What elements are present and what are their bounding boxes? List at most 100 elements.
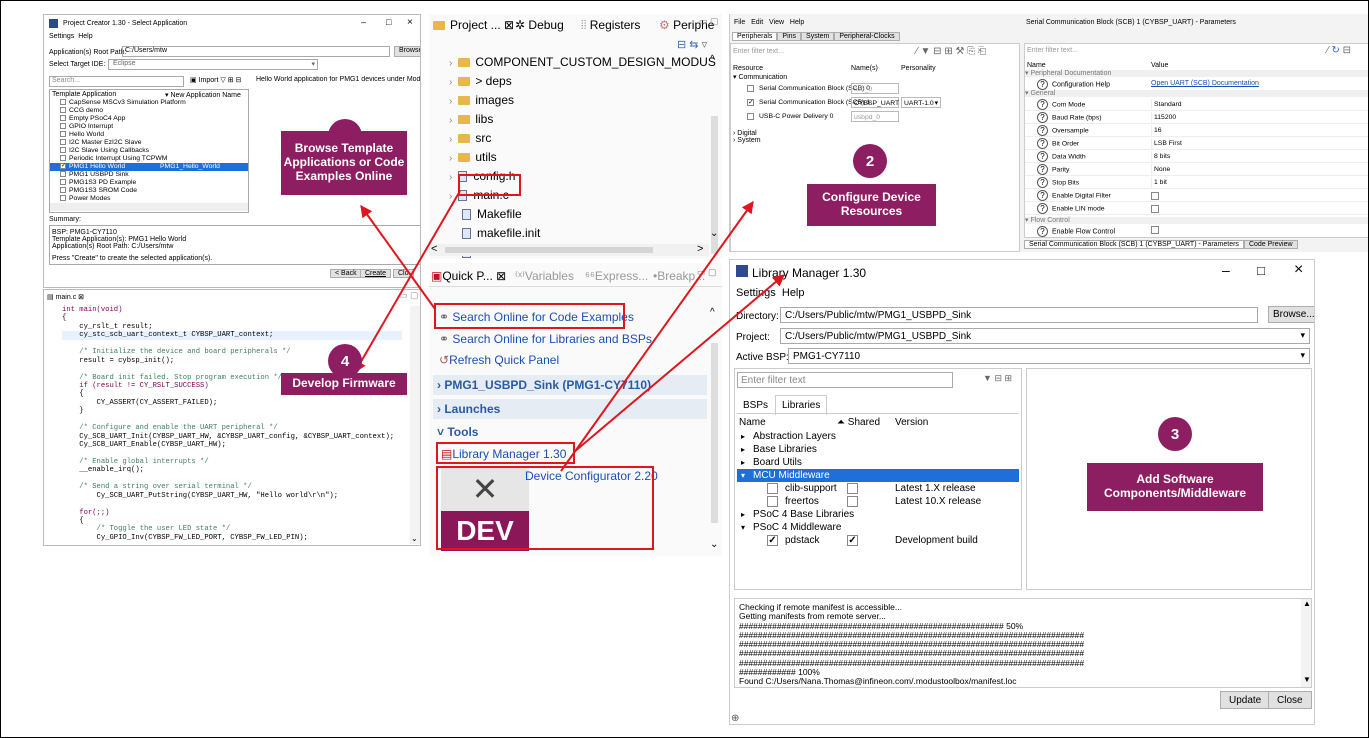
folder-item[interactable]: › src <box>449 130 491 147</box>
template-row[interactable]: I2C Slave Using Callbacks <box>50 147 248 155</box>
template-checkbox[interactable] <box>60 99 66 106</box>
copy-icon[interactable]: ⎘ <box>967 46 975 57</box>
close-icon[interactable]: × <box>407 17 413 28</box>
filter-icon[interactable]: ▼ <box>920 46 930 57</box>
tab-peripheral-clocks[interactable]: Peripheral-Clocks <box>834 32 900 41</box>
template-row[interactable]: Empty PSoC4 App <box>50 115 248 123</box>
library-row[interactable]: ▸ Abstraction Layers <box>737 430 1019 443</box>
paste-icon[interactable]: ⎗ <box>978 46 986 57</box>
template-row[interactable]: PMG1S3 SROM Code <box>50 187 248 195</box>
browse-button[interactable]: Browse... <box>1268 306 1314 323</box>
tab-quick-panel[interactable]: ▣Quick P... ⊠ <box>431 269 506 283</box>
library-row[interactable]: ▸ Board Utils <box>737 456 1019 469</box>
library-row[interactable]: ▸ Base Libraries <box>737 443 1019 456</box>
folder-item[interactable]: › libs <box>449 111 493 128</box>
parameter-value[interactable]: 8 bits <box>1151 151 1367 163</box>
parameter-value[interactable]: Standard <box>1151 99 1367 111</box>
library-checkbox[interactable]: ✓ <box>767 535 778 546</box>
view-menu-icon[interactable]: ▭ ▢ <box>699 16 719 27</box>
resource-name[interactable]: usbpd_0 <box>851 111 899 122</box>
editor-tab[interactable]: ▤ main.c ⊠ <box>47 293 84 301</box>
template-checkbox[interactable] <box>60 187 66 194</box>
group-system[interactable]: › System <box>733 137 761 144</box>
tab-libraries[interactable]: Libraries <box>775 395 828 415</box>
create-button[interactable]: Create <box>360 269 392 278</box>
section-general[interactable]: ▾ General <box>1025 90 1368 97</box>
clear-icon[interactable]: ⁄ <box>916 46 918 57</box>
menu-help[interactable]: Help <box>782 287 805 299</box>
template-row[interactable]: GPIO Interrupt <box>50 123 248 131</box>
directory-input[interactable]: C:/Users/Public/mtw/PMG1_USBPD_Sink <box>780 307 1258 323</box>
tab-registers[interactable]: ⦙⦙ Registers <box>581 18 640 33</box>
view-menu-icon[interactable]: ▭ ▢ <box>697 267 717 278</box>
parameter-checkbox[interactable] <box>1151 205 1159 213</box>
file-item[interactable]: makefile.init <box>449 225 540 242</box>
collapse-all-icon[interactable]: ⊟ <box>677 39 686 51</box>
tools-icon[interactable]: ⚒ <box>955 46 964 57</box>
template-checkbox[interactable] <box>60 139 66 146</box>
parameter-value[interactable]: 16 <box>1151 125 1367 137</box>
template-row[interactable]: Periodic Interrupt Using TCPWM <box>50 155 248 163</box>
tab-parameters[interactable]: Serial Communication Block (SCB) 1 (CYBS… <box>1024 240 1244 249</box>
scroll-thumb[interactable] <box>711 343 718 523</box>
filter-input[interactable]: Enter filter text... <box>733 48 903 59</box>
target-ide-select[interactable]: Eclipse ▾ <box>108 59 318 70</box>
collapse-icon[interactable]: ⊟ <box>994 373 1002 383</box>
update-button[interactable]: Update <box>1220 691 1271 709</box>
section-flow-control[interactable]: ▾ Flow Control <box>1025 217 1368 224</box>
template-row[interactable]: Hello World <box>50 131 248 139</box>
vertical-scrollbar[interactable]: ⌄ <box>410 306 420 544</box>
vertical-scrollbar[interactable]: ▲ ▼ <box>1301 599 1311 687</box>
template-row[interactable]: PMG1 USBPD Sink <box>50 171 248 179</box>
library-row[interactable]: ▸ PSoC 4 Base Libraries <box>737 508 1019 521</box>
resource-checkbox[interactable]: ✓ <box>747 99 754 106</box>
library-filter-input[interactable]: Enter filter text <box>737 372 953 388</box>
browse-button[interactable]: Browse... <box>394 46 420 57</box>
template-row[interactable]: CapSense MSCv3 Simulation Platform <box>50 99 248 107</box>
folder-item[interactable]: › COMPONENT_CUSTOM_DESIGN_MODUS <box>449 54 716 71</box>
section-tools[interactable]: ˅ Tools <box>433 423 707 441</box>
library-checkbox[interactable] <box>767 496 778 507</box>
flow-control-checkbox[interactable] <box>1151 226 1159 234</box>
parameter-value[interactable]: 1 bit <box>1151 177 1367 189</box>
resource-row[interactable]: ✓ Serial Communication Block (SCB) 1 CYBSP… <box>731 96 1019 109</box>
code-area[interactable]: int main(void){ cy_rslt_t result; cy_stc… <box>62 306 402 542</box>
personality-select[interactable]: UART-1.0 ▾ <box>901 97 941 108</box>
template-checkbox[interactable] <box>60 131 66 138</box>
template-row[interactable]: Power Modes <box>50 195 248 203</box>
tab-variables[interactable]: ⁽ˣ⁾Variables <box>515 269 574 283</box>
template-checkbox[interactable] <box>60 195 66 202</box>
group-communication[interactable]: ▾ Communication <box>733 73 787 81</box>
expand-icon[interactable]: ⊞ <box>944 46 952 57</box>
template-checkbox[interactable] <box>60 107 66 114</box>
menu-file[interactable]: File <box>734 19 745 26</box>
vertical-scrollbar[interactable]: ^ ⌄ <box>709 307 720 555</box>
horizontal-scrollbar[interactable]: < > <box>429 243 709 256</box>
close-button[interactable]: Clo <box>393 269 414 278</box>
library-row[interactable]: ✓ ✓ Development build pdstack <box>737 534 1019 547</box>
template-checkbox[interactable] <box>60 115 66 122</box>
root-path-input[interactable]: C:/Users/mtw <box>122 46 390 57</box>
folder-item[interactable]: › utils <box>449 149 497 166</box>
tab-peripherals[interactable]: Peripherals <box>732 32 778 41</box>
resource-checkbox[interactable] <box>747 85 754 92</box>
library-row[interactable]: ▾ MCU Middleware <box>737 469 1019 482</box>
resource-row[interactable]: USB-C Power Delivery 0 usbpd_0 <box>731 110 1019 123</box>
shared-checkbox[interactable]: ✓ <box>847 535 858 546</box>
resource-row[interactable]: Serial Communication Block (SCB) 0 scb_0 <box>731 82 1019 95</box>
editor-tab-minimize-icon[interactable]: ▭ ▢ <box>399 290 419 301</box>
refresh-icon[interactable]: ↻ <box>1331 45 1339 56</box>
active-bsp-select[interactable]: PMG1-CY7110 ▾ <box>788 348 1310 364</box>
library-checkbox[interactable] <box>767 483 778 494</box>
parameter-value[interactable]: LSB First <box>1151 138 1367 150</box>
folder-item[interactable]: › > deps <box>449 73 512 90</box>
resource-name[interactable]: scb_0 <box>851 83 899 94</box>
tab-code-preview[interactable]: Code Preview <box>1243 240 1298 249</box>
parameter-value[interactable]: None <box>1151 164 1367 176</box>
link-editor-icon[interactable]: ⇆ <box>689 39 698 51</box>
tab-project[interactable]: Project ... ⊠ <box>433 18 514 32</box>
template-row[interactable]: I2C Master EzI2C Slave <box>50 139 248 147</box>
parameter-checkbox[interactable] <box>1151 192 1159 200</box>
template-row[interactable]: ✓ PMG1 Hello World PMG1_Hello_World <box>50 163 248 171</box>
scroll-thumb[interactable] <box>445 247 653 253</box>
